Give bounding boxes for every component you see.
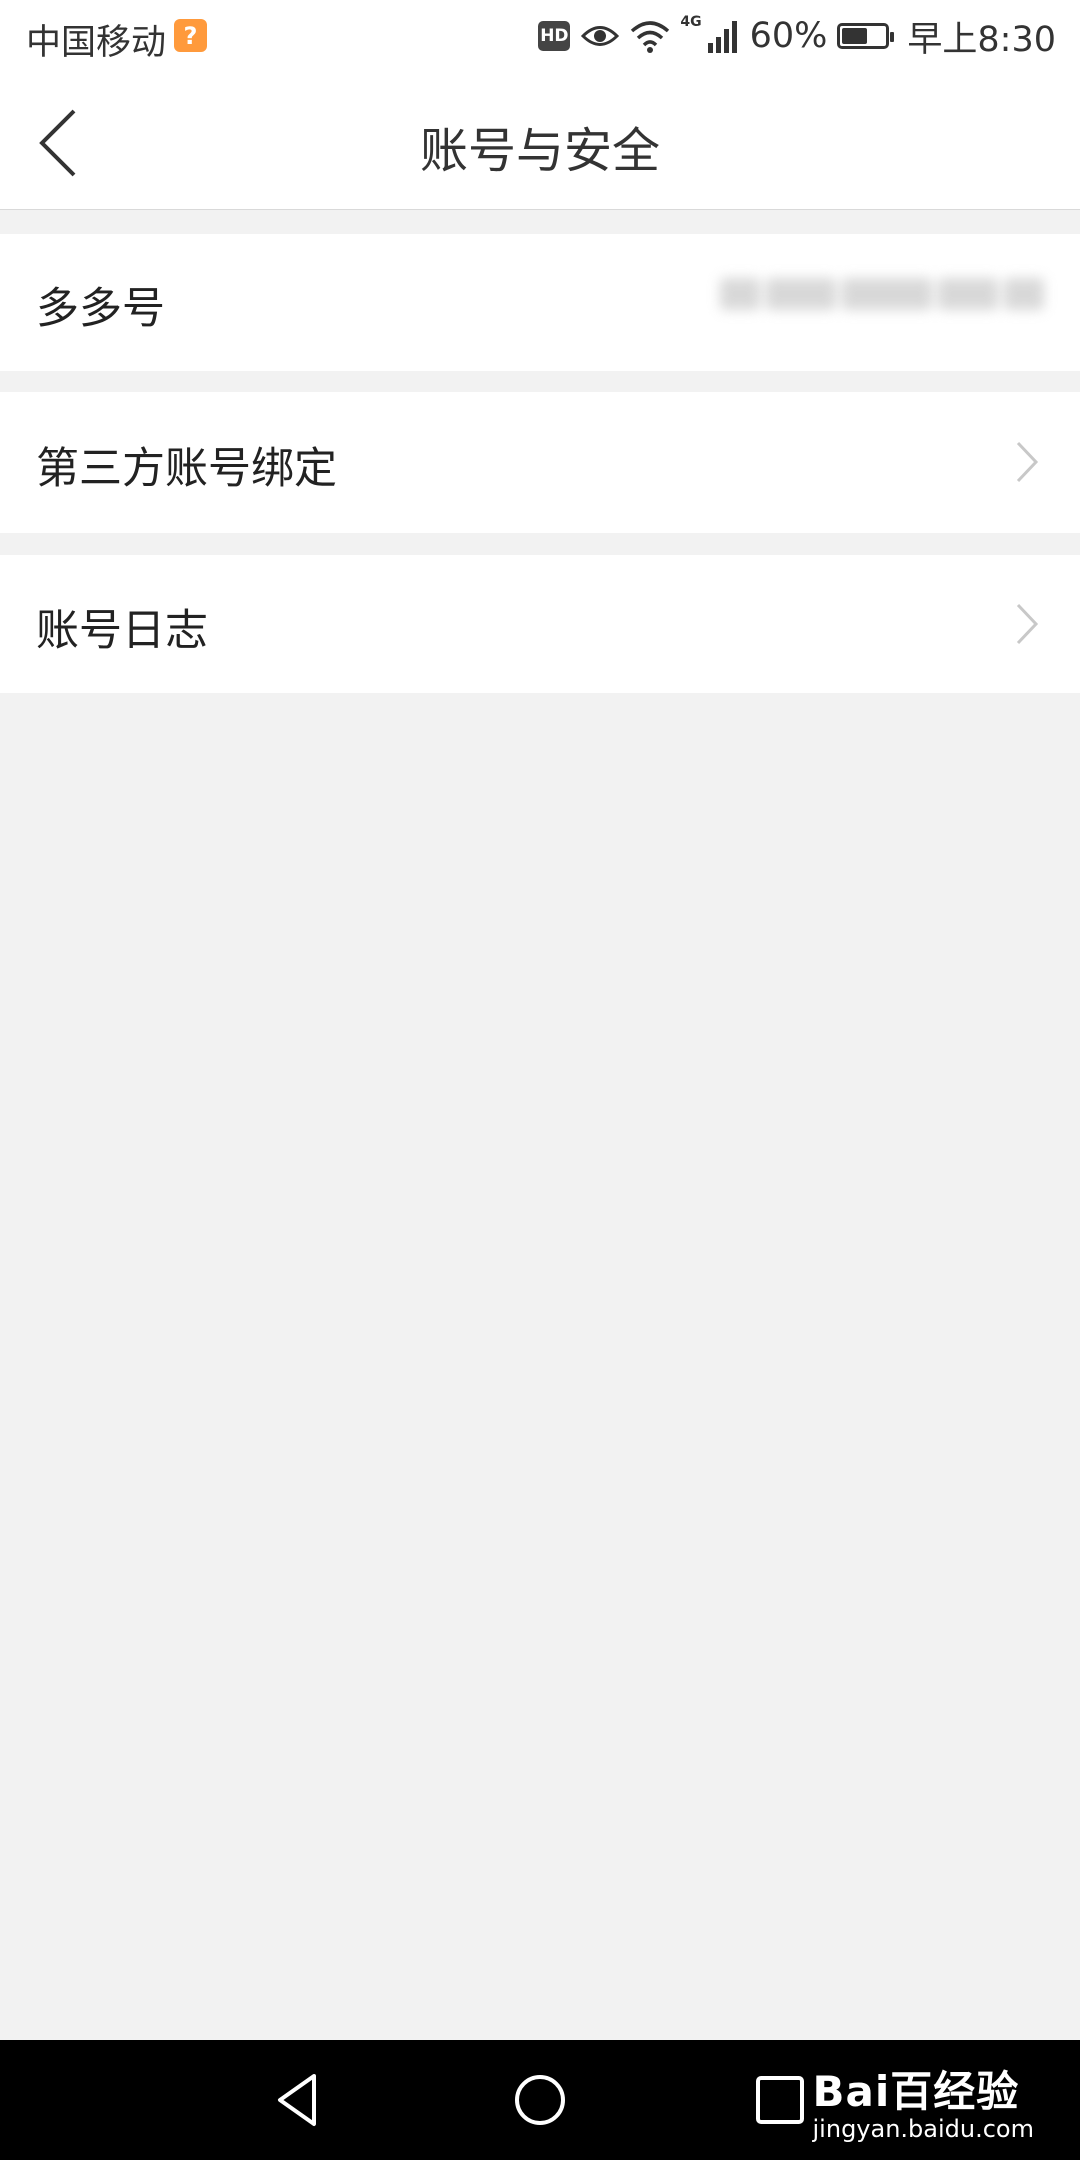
nav-home-button[interactable] xyxy=(510,2070,570,2130)
list-item-account-log[interactable]: 账号日志 xyxy=(0,555,1080,693)
wifi-icon xyxy=(631,21,670,53)
list-item-label: 第三方账号绑定 xyxy=(36,444,337,494)
nav-recents-button[interactable] xyxy=(750,2070,810,2130)
watermark-url: jingyan.baidu.com xyxy=(812,2115,1034,2143)
list-item-duoduo-id[interactable]: 多多号 xyxy=(0,234,1080,371)
watermark-logo: Bai百经验 xyxy=(812,2067,1020,2116)
duoduo-id-value-blurred xyxy=(720,270,1050,318)
square-recents-icon xyxy=(756,2076,804,2124)
list-item-label: 账号日志 xyxy=(36,606,208,656)
eye-icon xyxy=(581,26,620,46)
network-type: 4G xyxy=(680,14,702,30)
list-item-third-party-binding[interactable]: 第三方账号绑定 xyxy=(0,392,1080,533)
clock: 早上8:30 xyxy=(907,19,1056,60)
header: 账号与安全 xyxy=(0,75,1080,210)
triangle-back-icon xyxy=(278,2074,316,2126)
system-navigation-bar: Bai百经验 jingyan.baidu.com xyxy=(0,2040,1080,2160)
chevron-right-icon xyxy=(1016,603,1039,645)
chevron-right-icon xyxy=(1016,441,1039,483)
battery-fill xyxy=(842,28,868,44)
battery-icon xyxy=(837,23,895,49)
carrier-badge-icon: ? xyxy=(174,19,207,52)
battery-percent: 60% xyxy=(749,16,828,56)
page-title: 账号与安全 xyxy=(419,123,660,179)
nav-back-button[interactable] xyxy=(270,2070,330,2130)
status-bar: 中国移动 ? HD 4G 60% 早上8:30 xyxy=(0,0,1080,75)
hd-icon: HD xyxy=(538,21,571,51)
signal-icon xyxy=(707,21,737,53)
carrier-name: 中国移动 xyxy=(26,23,167,63)
status-icons: HD 4G 60% 早上8:30 xyxy=(538,12,1056,60)
baidu-jingyan-watermark: Bai百经验 jingyan.baidu.com xyxy=(813,2058,1034,2143)
circle-home-icon xyxy=(515,2075,565,2125)
list-item-label: 多多号 xyxy=(36,284,165,334)
